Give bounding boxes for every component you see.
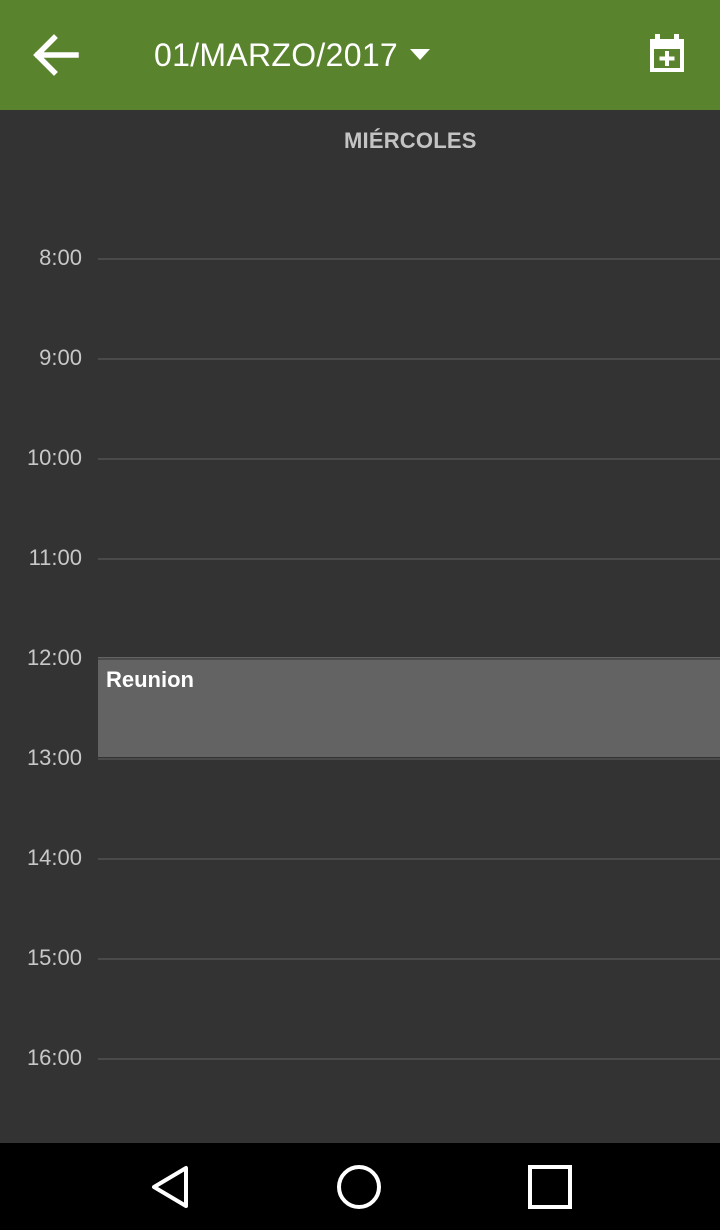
hour-divider — [98, 958, 720, 960]
hour-divider — [98, 658, 720, 660]
system-nav-bar — [0, 1143, 720, 1230]
hour-divider — [98, 258, 720, 260]
hour-label: 13:00 — [26, 745, 82, 770]
weekday-label: MIÉRCOLES — [344, 128, 477, 153]
hour-row: 14:00 — [0, 844, 720, 884]
hour-row: 8:00 — [0, 244, 720, 284]
circle-home-icon — [337, 1165, 381, 1209]
hour-label: 11:00 — [28, 545, 82, 570]
caret-down-icon — [410, 49, 431, 60]
nav-recents-button[interactable] — [520, 1157, 580, 1217]
hour-label: 9:00 — [39, 345, 82, 370]
hour-divider — [98, 558, 720, 560]
hour-divider — [98, 458, 720, 460]
hour-divider — [98, 858, 720, 860]
hour-label: 10:00 — [26, 445, 82, 470]
hour-label: 8:00 — [39, 245, 82, 270]
date-label: 01/MARZO/2017 — [154, 36, 399, 73]
square-recents-icon — [528, 1165, 572, 1209]
nav-back-button[interactable] — [140, 1157, 200, 1217]
hour-row: 10:00 — [0, 444, 720, 484]
date-dropdown[interactable]: 01/MARZO/2017 — [154, 28, 431, 82]
app-bar: 01/MARZO/2017 — [0, 0, 720, 110]
triangle-back-icon — [152, 1166, 188, 1208]
hour-row: 11:00 — [0, 544, 720, 584]
back-button[interactable] — [22, 22, 88, 88]
nav-home-button[interactable] — [329, 1157, 389, 1217]
hour-divider — [98, 1058, 720, 1060]
hour-label: 16:00 — [26, 1045, 82, 1070]
arrow-back-icon — [33, 34, 79, 76]
hour-row: 13:00 — [0, 744, 720, 784]
hour-label: 12:00 — [26, 645, 82, 670]
hour-divider — [98, 758, 720, 760]
hour-row: 15:00 — [0, 944, 720, 984]
calendar-add-icon — [650, 34, 684, 72]
hour-row: 16:00 — [0, 1044, 720, 1084]
hour-divider — [98, 358, 720, 360]
hour-row: 9:00 — [0, 344, 720, 384]
hour-label: 15:00 — [26, 945, 82, 970]
hour-row: 12:00 — [0, 644, 720, 684]
add-event-button[interactable] — [636, 22, 698, 84]
hour-label: 14:00 — [26, 845, 82, 870]
